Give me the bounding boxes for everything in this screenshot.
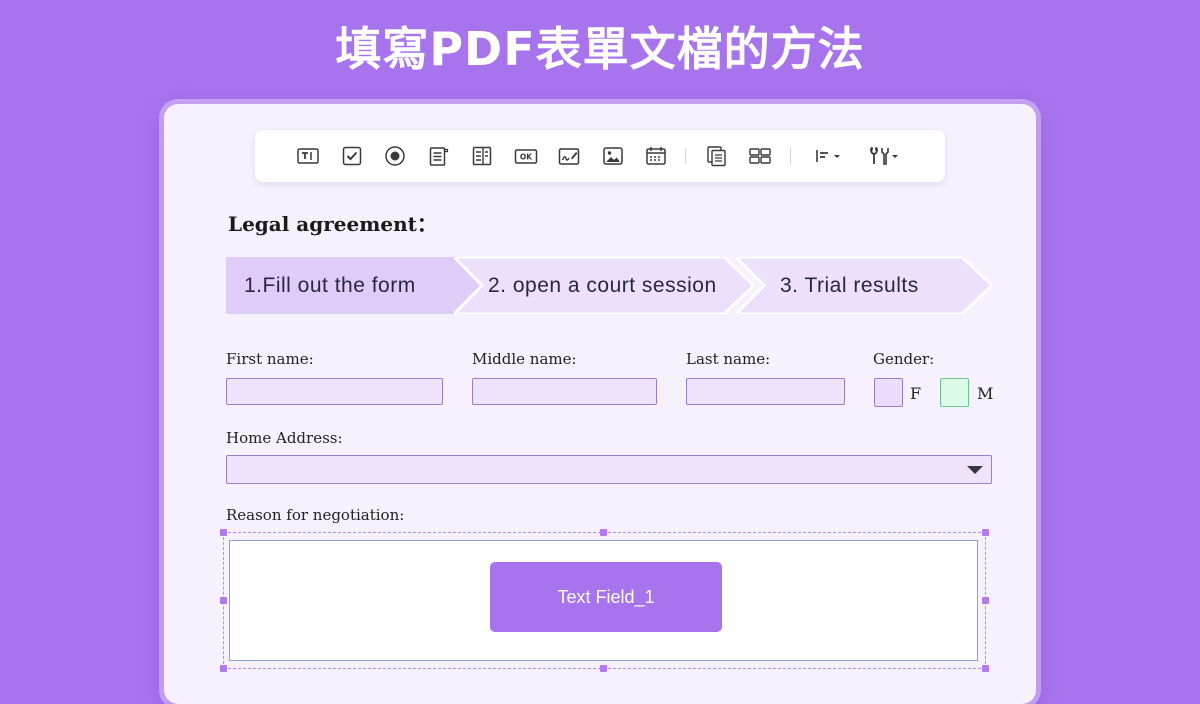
middle-name-input[interactable] bbox=[472, 378, 657, 405]
form-editor-panel: OK Legal agreement： 1.Fill out the form … bbox=[164, 104, 1036, 704]
checkbox-tool[interactable] bbox=[339, 143, 365, 169]
list-box-tool[interactable] bbox=[469, 143, 495, 169]
image-tool[interactable] bbox=[600, 143, 626, 169]
middle-name-label: Middle name: bbox=[472, 350, 577, 368]
step-label: 3. Trial results bbox=[780, 273, 919, 297]
toolbar-separator bbox=[685, 148, 686, 164]
signature-tool[interactable] bbox=[556, 143, 582, 169]
resize-handle-right[interactable] bbox=[982, 597, 989, 604]
text-field-tag[interactable]: Text Field_1 bbox=[490, 562, 722, 632]
tools-dropdown[interactable] bbox=[865, 143, 901, 169]
grid-tool[interactable] bbox=[747, 143, 773, 169]
resize-handle-bottom-left[interactable] bbox=[220, 665, 227, 672]
duplicate-icon bbox=[707, 146, 726, 167]
toolbar-separator bbox=[790, 148, 791, 164]
combo-box-icon bbox=[429, 147, 449, 166]
first-name-input[interactable] bbox=[226, 378, 443, 405]
gender-male-label: M bbox=[977, 384, 994, 403]
last-name-label: Last name: bbox=[686, 350, 771, 368]
button-icon-label: OK bbox=[520, 153, 533, 162]
step-fill-out-form[interactable]: 1.Fill out the form bbox=[226, 257, 482, 314]
grid-icon bbox=[749, 148, 771, 164]
progress-steps: 1.Fill out the form 2. open a court sess… bbox=[226, 257, 992, 314]
first-name-label: First name: bbox=[226, 350, 314, 368]
combo-box-tool[interactable] bbox=[426, 143, 452, 169]
gender-male-checkbox[interactable] bbox=[940, 378, 969, 407]
gender-female-label: F bbox=[910, 384, 922, 403]
section-title: Legal agreement： bbox=[228, 212, 437, 236]
home-address-label: Home Address: bbox=[226, 429, 343, 447]
signature-icon bbox=[558, 148, 580, 165]
button-tool[interactable]: OK bbox=[513, 143, 539, 169]
reason-label: Reason for negotiation: bbox=[226, 506, 405, 524]
step-label: 2. open a court session bbox=[488, 273, 717, 297]
tools-icon bbox=[870, 146, 898, 165]
resize-handle-top-right[interactable] bbox=[982, 529, 989, 536]
text-field-tool[interactable] bbox=[295, 143, 321, 169]
resize-handle-left[interactable] bbox=[220, 597, 227, 604]
list-box-icon bbox=[472, 146, 492, 166]
step-label: 1.Fill out the form bbox=[244, 273, 416, 297]
align-dropdown[interactable] bbox=[813, 143, 847, 169]
align-icon bbox=[816, 150, 840, 162]
headline: 填寫PDF表單文檔的方法 bbox=[335, 22, 865, 76]
chevron-down-icon bbox=[967, 466, 983, 474]
button-icon: OK bbox=[514, 149, 538, 164]
step-trial-results[interactable]: 3. Trial results bbox=[736, 257, 992, 314]
last-name-input[interactable] bbox=[686, 378, 845, 405]
home-address-dropdown[interactable] bbox=[226, 455, 992, 484]
duplicate-tool[interactable] bbox=[704, 143, 730, 169]
image-icon bbox=[603, 147, 623, 165]
gender-female-checkbox[interactable] bbox=[874, 378, 903, 407]
resize-handle-top[interactable] bbox=[600, 529, 607, 536]
resize-handle-bottom[interactable] bbox=[600, 665, 607, 672]
gender-label: Gender: bbox=[873, 350, 935, 368]
text-field-icon bbox=[297, 148, 319, 164]
form-toolbar: OK bbox=[255, 130, 945, 182]
date-tool[interactable] bbox=[643, 143, 669, 169]
radio-button-icon bbox=[385, 146, 405, 166]
radio-button-tool[interactable] bbox=[382, 143, 408, 169]
checkbox-icon bbox=[342, 146, 362, 166]
resize-handle-top-left[interactable] bbox=[220, 529, 227, 536]
step-open-court-session[interactable]: 2. open a court session bbox=[454, 257, 754, 314]
date-icon bbox=[646, 147, 666, 165]
resize-handle-bottom-right[interactable] bbox=[982, 665, 989, 672]
